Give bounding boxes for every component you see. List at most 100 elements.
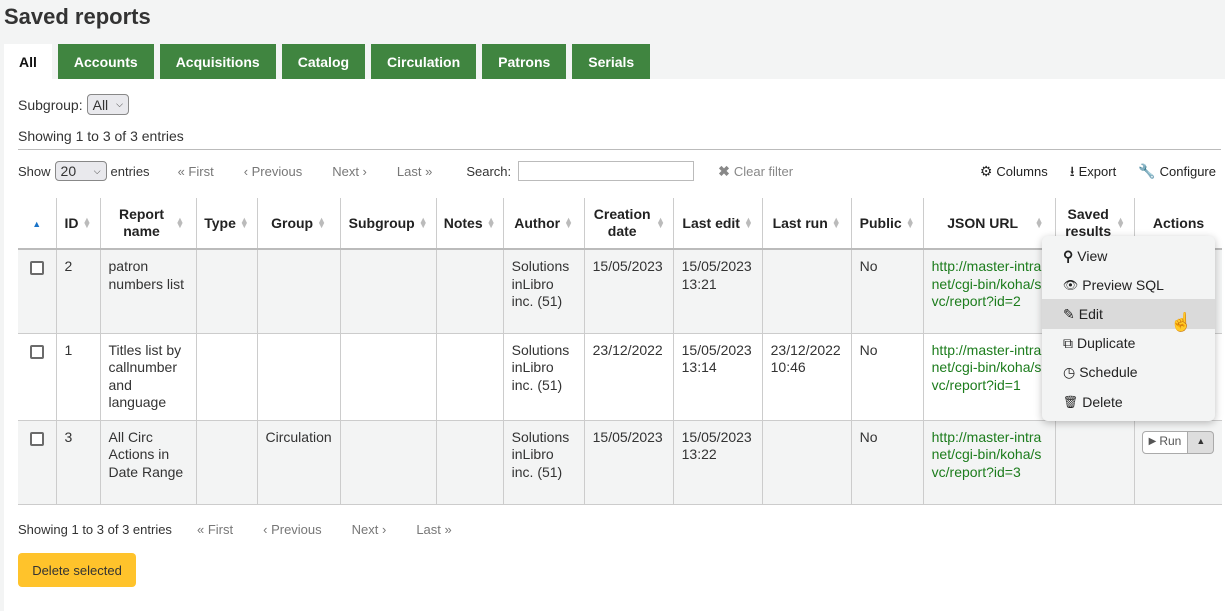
group-cell bbox=[256, 333, 341, 421]
column-header-public[interactable]: Public ▲ ▼ bbox=[850, 198, 924, 250]
next-page-link[interactable]: Next › bbox=[352, 522, 387, 537]
report-name-cell: All Circ Actions in Date Range bbox=[99, 420, 196, 505]
row-select-cell bbox=[18, 333, 56, 421]
previous-page-link[interactable]: ‹ Previous bbox=[263, 522, 322, 537]
header-label: Group bbox=[271, 214, 314, 231]
table-info: Showing 1 to 3 of 3 entries bbox=[18, 128, 184, 144]
subgroup-cell bbox=[339, 333, 437, 421]
header-label: Report name bbox=[118, 206, 165, 239]
sort-icon: ▲ ▼ bbox=[656, 215, 666, 230]
wrench-icon: 🔧 bbox=[1138, 163, 1156, 179]
sort-icon: ▲ ▼ bbox=[831, 215, 841, 230]
entries-label: entries bbox=[110, 163, 150, 179]
search-input[interactable] bbox=[518, 161, 695, 181]
eye-icon: 👁 bbox=[1063, 277, 1079, 292]
row-checkbox[interactable] bbox=[29, 344, 44, 359]
menu-item-delete[interactable]: 🗑 Delete bbox=[1042, 387, 1215, 416]
last-edit-cell: 15/05/2023 13:22 bbox=[672, 420, 763, 505]
json-url-link[interactable]: http://master-intranet/cgi-bin/koha/svc/… bbox=[932, 258, 1042, 309]
column-header-notes[interactable]: Notes ▲ ▼ bbox=[435, 198, 504, 250]
menu-item-label: Delete bbox=[1082, 393, 1123, 410]
column-header-author[interactable]: Author ▲ ▼ bbox=[502, 198, 585, 250]
export-button[interactable]: ⭳ Export bbox=[1070, 164, 1116, 179]
hand-cursor-icon: ☝ bbox=[1170, 312, 1193, 332]
previous-page-link[interactable]: ‹ Previous bbox=[244, 164, 303, 179]
column-header-creation-date[interactable]: Creation date ▲ ▼ bbox=[583, 198, 674, 250]
table-info-bottom: Showing 1 to 3 of 3 entries bbox=[18, 522, 172, 537]
author-cell: Solutions inLibro inc. (51) bbox=[502, 249, 585, 334]
report-group-tabs: All Accounts Acquisitions Catalog Circul… bbox=[4, 44, 651, 79]
menu-item-label: Duplicate bbox=[1077, 335, 1136, 352]
column-header-type[interactable]: Type ▲ ▼ bbox=[195, 198, 257, 250]
columns-button[interactable]: ⚙ Columns bbox=[980, 164, 1048, 179]
row-select-cell bbox=[18, 249, 56, 334]
group-cell bbox=[256, 249, 341, 334]
group-cell: Circulation bbox=[256, 420, 341, 505]
subgroup-select[interactable]: All ⌵ bbox=[86, 94, 129, 115]
saved-results-cell bbox=[1054, 420, 1135, 505]
notes-cell bbox=[435, 249, 504, 334]
menu-item-schedule[interactable]: ◷ Schedule bbox=[1042, 358, 1215, 387]
json-url-link[interactable]: http://master-intranet/cgi-bin/koha/svc/… bbox=[932, 342, 1042, 393]
download-icon: ⭳ bbox=[1069, 163, 1075, 179]
header-label: Creation date bbox=[593, 206, 651, 239]
row-checkbox[interactable] bbox=[29, 261, 44, 275]
menu-item-preview-sql[interactable]: 👁 Preview SQL bbox=[1042, 270, 1215, 299]
public-cell: No bbox=[850, 333, 924, 421]
export-label: Export bbox=[1078, 163, 1117, 179]
actions-cell: ▶ Run ▲ bbox=[1133, 420, 1223, 505]
select-column-header[interactable]: ▲ bbox=[18, 198, 56, 250]
author-cell: Solutions inLibro inc. (51) bbox=[502, 420, 585, 505]
row-checkbox[interactable] bbox=[29, 431, 44, 446]
report-name-cell: Titles list by callnumber and language bbox=[99, 333, 196, 421]
run-dropdown-toggle[interactable]: ▲ bbox=[1188, 430, 1215, 454]
caret-up-icon: ▲ bbox=[1196, 436, 1206, 447]
menu-item-view[interactable]: ⚲ View bbox=[1042, 241, 1215, 270]
column-header-id[interactable]: ID ▲ ▼ bbox=[55, 198, 100, 250]
first-page-link[interactable]: « First bbox=[178, 164, 214, 179]
last-page-link[interactable]: Last » bbox=[416, 522, 451, 537]
column-header-json-url[interactable]: JSON URL ▲ ▼ bbox=[922, 198, 1056, 250]
id-cell: 3 bbox=[55, 420, 100, 505]
tab-catalog[interactable]: Catalog bbox=[281, 44, 366, 79]
close-icon: ✖ bbox=[718, 163, 730, 179]
clear-filter-label: Clear filter bbox=[733, 163, 794, 179]
tab-all[interactable]: All bbox=[4, 44, 52, 79]
delete-selected-button[interactable]: Delete selected bbox=[18, 553, 136, 587]
tab-accounts[interactable]: Accounts bbox=[57, 44, 154, 79]
header-label: Subgroup bbox=[348, 214, 415, 231]
configure-button[interactable]: 🔧 Configure bbox=[1138, 164, 1216, 179]
pagination-bottom: « First ‹ Previous Next › Last » bbox=[197, 522, 482, 537]
json-url-link[interactable]: http://master-intranet/cgi-bin/koha/svc/… bbox=[932, 429, 1042, 480]
tab-patrons[interactable]: Patrons bbox=[482, 44, 567, 79]
table-toolbar: Show 20 ⌵ entries « First ‹ Previous Nex… bbox=[18, 160, 1225, 182]
run-button[interactable]: ▶ Run bbox=[1141, 430, 1189, 454]
page-title: Saved reports bbox=[4, 4, 151, 29]
last-page-link[interactable]: Last » bbox=[397, 164, 432, 179]
tab-circulation[interactable]: Circulation bbox=[371, 44, 477, 79]
type-cell bbox=[195, 333, 257, 421]
last-edit-cell: 15/05/2023 13:21 bbox=[672, 249, 763, 334]
column-header-group[interactable]: Group ▲ ▼ bbox=[256, 198, 341, 250]
column-header-last-edit[interactable]: Last edit ▲ ▼ bbox=[672, 198, 763, 250]
columns-label: Columns bbox=[996, 163, 1048, 179]
json-url-cell: http://master-intranet/cgi-bin/koha/svc/… bbox=[922, 420, 1056, 505]
show-label: Show bbox=[18, 163, 51, 179]
sort-asc-icon: ▲ bbox=[32, 218, 42, 229]
first-page-link[interactable]: « First bbox=[197, 522, 233, 537]
page-size-select[interactable]: 20 ⌵ bbox=[54, 161, 107, 181]
column-header-report-name[interactable]: Report name ▲ ▼ bbox=[99, 198, 196, 250]
column-header-last-run[interactable]: Last run ▲ ▼ bbox=[761, 198, 852, 250]
tab-acquisitions[interactable]: Acquisitions bbox=[159, 44, 276, 79]
public-cell: No bbox=[850, 249, 924, 334]
id-cell: 1 bbox=[55, 333, 100, 421]
clear-filter-button[interactable]: ✖ Clear filter bbox=[718, 164, 793, 179]
author-cell: Solutions inLibro inc. (51) bbox=[502, 333, 585, 421]
sort-icon: ▲ ▼ bbox=[1116, 215, 1126, 230]
next-page-link[interactable]: Next › bbox=[332, 164, 367, 179]
sort-icon: ▲ ▼ bbox=[564, 215, 574, 230]
tab-serials[interactable]: Serials bbox=[572, 44, 651, 79]
sort-icon: ▲ ▼ bbox=[82, 215, 92, 230]
search-label: Search: bbox=[466, 163, 512, 179]
column-header-subgroup[interactable]: Subgroup ▲ ▼ bbox=[339, 198, 437, 250]
